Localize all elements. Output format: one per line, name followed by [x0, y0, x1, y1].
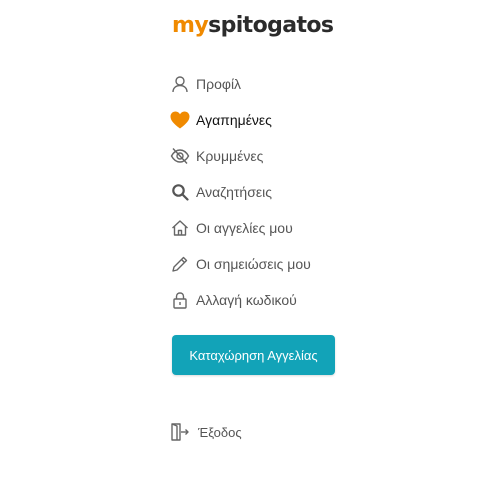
person-icon	[170, 74, 190, 94]
house-icon	[170, 218, 190, 238]
menu-item-label: Αλλαγή κωδικού	[196, 292, 297, 308]
lock-icon	[170, 290, 190, 310]
logout-icon	[170, 422, 190, 442]
myspitogatos-logo[interactable]: myspitogatos	[172, 12, 334, 40]
heart-icon	[170, 110, 190, 130]
menu-item-searches[interactable]: Αναζητήσεις	[170, 174, 311, 210]
logo-name: spitogatos	[208, 13, 334, 38]
eye-off-icon	[170, 146, 190, 166]
page: myspitogatos Προφίλ Αγαπημένες Κρυμμένες…	[0, 0, 490, 477]
menu-item-label: Αναζητήσεις	[196, 184, 272, 200]
menu-item-label: Οι αγγελίες μου	[196, 220, 293, 236]
logout-button[interactable]: Έξοδος	[170, 420, 242, 444]
menu-item-label: Προφίλ	[196, 76, 242, 92]
menu-item-label: Κρυμμένες	[196, 148, 264, 164]
search-icon	[170, 182, 190, 202]
menu-item-favorites[interactable]: Αγαπημένες	[170, 102, 311, 138]
menu-item-hidden[interactable]: Κρυμμένες	[170, 138, 311, 174]
menu-item-label: Οι σημειώσεις μου	[196, 256, 311, 272]
create-listing-button[interactable]: Καταχώρηση Αγγελίας	[172, 335, 335, 375]
pencil-icon	[170, 254, 190, 274]
menu-item-my-listings[interactable]: Οι αγγελίες μου	[170, 210, 311, 246]
menu-item-profile[interactable]: Προφίλ	[170, 66, 311, 102]
menu-item-change-password[interactable]: Αλλαγή κωδικού	[170, 282, 311, 318]
logout-label: Έξοδος	[198, 424, 242, 440]
logo-prefix: my	[172, 13, 209, 38]
menu-item-label: Αγαπημένες	[196, 112, 272, 128]
menu-item-my-notes[interactable]: Οι σημειώσεις μου	[170, 246, 311, 282]
account-menu: Προφίλ Αγαπημένες Κρυμμένες Αναζητήσεις …	[170, 66, 311, 318]
